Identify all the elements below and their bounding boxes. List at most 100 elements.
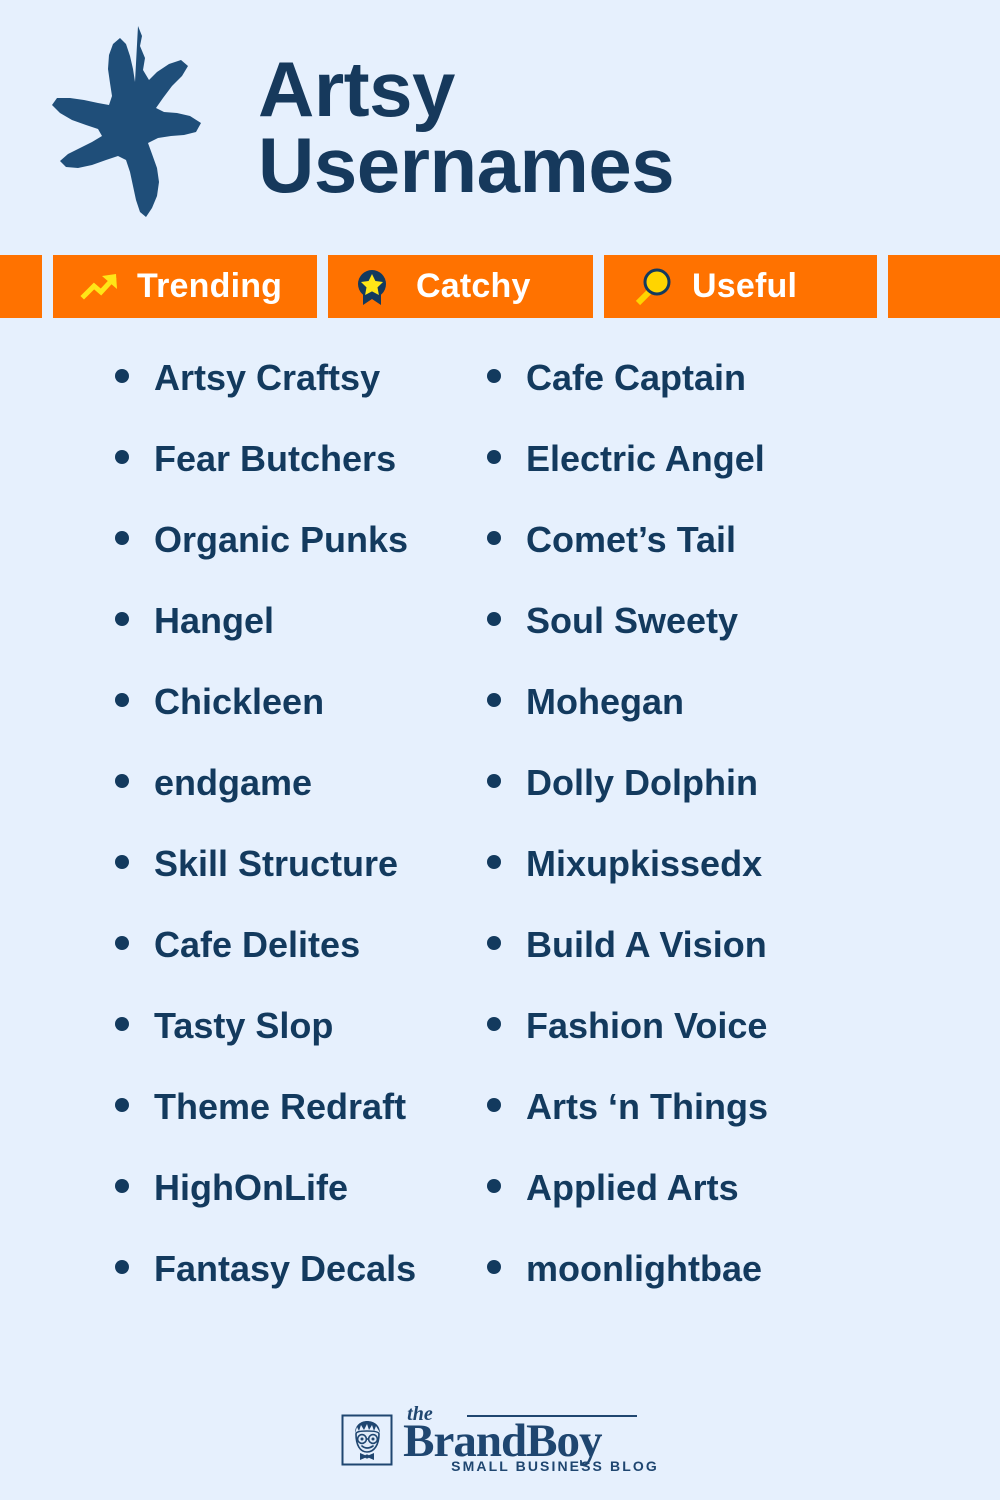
list-item: Dolly Dolphin [487,765,1000,846]
bullet-icon [115,1098,129,1112]
list-item: moonlightbae [487,1251,1000,1332]
badge-bar-gap [317,255,328,318]
badge-catchy-label: Catchy [416,267,531,305]
list-item-label: Cafe Delites [154,924,361,965]
bullet-icon [487,1179,501,1193]
list-item: Comet’s Tail [487,522,1000,603]
list-item-label: Mixupkissedx [526,843,763,884]
bullet-icon [487,693,501,707]
list-item: Cafe Captain [487,360,1000,441]
list-item-label: Organic Punks [154,519,409,560]
list-item-label: Arts ‘n Things [526,1086,768,1127]
brandboy-the-text: the [407,1403,433,1425]
username-list-left-column: Artsy Craftsy Fear Butchers Organic Punks H… [0,360,470,1332]
list-item-label: Tasty Slop [154,1005,334,1046]
list-item: Tasty Slop [115,1008,470,1089]
list-item: Arts ‘n Things [487,1089,1000,1170]
list-item-label: Build A Vision [526,924,767,965]
bullet-icon [115,1179,129,1193]
bullet-icon [115,774,129,788]
list-item-label: Dolly Dolphin [526,762,758,803]
bullet-icon [115,1017,129,1031]
list-item-label: Skill Structure [154,843,399,884]
list-item: Fantasy Decals [115,1251,470,1332]
bullet-icon [487,612,501,626]
page-title: Artsy Usernames [258,44,675,209]
username-list-right-column: Cafe Captain Electric Angel Comet’s Tail So… [470,360,1000,1332]
brandboy-wordmark: the BrandBoy SMALL BUSINESS BLOG [403,1403,659,1474]
bullet-icon [487,855,501,869]
page-title-line-1: Artsy [258,44,455,133]
badge-trending[interactable]: Trending [53,255,317,318]
username-list-left: Artsy Craftsy Fear Butchers Organic Punks H… [115,360,470,1332]
list-item-label: Fantasy Decals [154,1248,417,1289]
brandboy-logo[interactable]: the BrandBoy SMALL BUSINESS BLOG [341,1403,659,1474]
list-item-label: Soul Sweety [526,600,739,641]
bullet-icon [115,531,129,545]
list-item-label: Hangel [154,600,275,641]
list-item: Soul Sweety [487,603,1000,684]
bullet-icon [115,369,129,383]
list-item: HighOnLife [115,1170,470,1251]
list-item: Applied Arts [487,1170,1000,1251]
badge-trending-label: Trending [137,267,283,305]
list-item-label: Chickleen [154,681,325,722]
list-item: Artsy Craftsy [115,360,470,441]
badge-catchy[interactable]: Catchy [328,255,593,318]
bullet-icon [487,936,501,950]
list-item-label: Electric Angel [526,438,765,479]
bullet-icon [487,1098,501,1112]
list-item: Hangel [115,603,470,684]
award-ribbon-star-icon [358,269,386,305]
list-item: Theme Redraft [115,1089,470,1170]
page-title-line-2: Usernames [258,121,675,209]
badge-useful-label: Useful [692,267,798,305]
bullet-icon [115,1260,129,1274]
brandboy-tagline: SMALL BUSINESS BLOG [451,1458,659,1474]
bullet-icon [115,693,129,707]
list-item: Cafe Delites [115,927,470,1008]
list-item: Mohegan [487,684,1000,765]
list-item-label: Theme Redraft [154,1086,407,1127]
list-item-label: Artsy Craftsy [154,357,381,398]
list-item: Mixupkissedx [487,846,1000,927]
list-item: Organic Punks [115,522,470,603]
list-item-label: Fashion Voice [526,1005,768,1046]
bullet-icon [487,531,501,545]
page-header: Artsy Usernames [0,0,1000,250]
list-item: Electric Angel [487,441,1000,522]
username-lists: Artsy Craftsy Fear Butchers Organic Punks H… [0,360,1000,1332]
bullet-icon [487,1260,501,1274]
list-item-label: Comet’s Tail [526,519,737,560]
star-icon [52,26,201,217]
badge-bar-gap [42,255,53,318]
list-item-label: Cafe Captain [526,357,747,398]
list-item-label: Applied Arts [526,1167,739,1208]
list-item: Chickleen [115,684,470,765]
list-item: endgame [115,765,470,846]
list-item: Skill Structure [115,846,470,927]
badge-useful[interactable]: Useful [604,255,877,318]
list-item-label: Mohegan [526,681,684,722]
list-item: Build A Vision [487,927,1000,1008]
bullet-icon [487,450,501,464]
boy-face-with-glasses-icon [341,1414,393,1466]
badge-bar-gap [593,255,604,318]
bullet-icon [115,936,129,950]
badge-bar-right-cap [888,255,1000,318]
list-item-label: moonlightbae [526,1248,762,1289]
badge-bar: Trending Catchy Useful [0,255,1000,318]
badge-bar-left-cap [0,255,42,318]
bullet-icon [487,369,501,383]
brandboy-rule [467,1415,638,1417]
badge-bar-gap [877,255,888,318]
list-item-label: HighOnLife [154,1167,348,1208]
list-item: Fashion Voice [487,1008,1000,1089]
list-item-label: endgame [154,762,313,803]
bullet-icon [115,450,129,464]
bullet-icon [115,612,129,626]
bullet-icon [487,1017,501,1031]
trending-up-arrow-icon [80,273,117,300]
list-item-label: Fear Butchers [154,438,397,479]
bullet-icon [115,855,129,869]
